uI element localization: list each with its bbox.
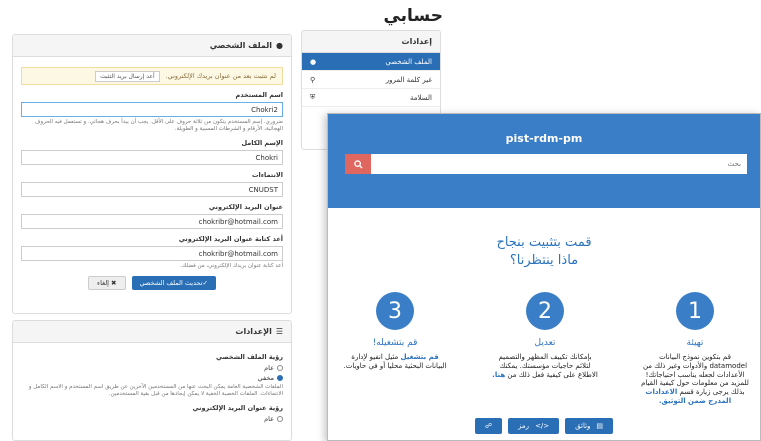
visibility-help: الملفات الشخصية العامة يمكن البحث عنها م… bbox=[28, 384, 283, 398]
customize-here-link[interactable]: هنا. bbox=[492, 371, 505, 379]
step-text: قم بتكوين نموذج البيانات datamodel والأد… bbox=[641, 353, 749, 405]
nav-item-profile[interactable]: الملف الشخصي ● bbox=[302, 53, 440, 71]
fullname-input[interactable]: Chokri bbox=[21, 150, 283, 166]
radio-label: مخفي bbox=[257, 374, 274, 382]
username-label: اسم المستخدم bbox=[235, 91, 283, 99]
email-unverified-alert: لم نتثبت بعد من عنوان بريدك الإلكتروني. … bbox=[21, 67, 283, 85]
preferences-header-label: الإعدادات bbox=[235, 327, 272, 336]
profile-panel: ● الملف الشخصي لم نتثبت بعد من عنوان بري… bbox=[12, 34, 292, 314]
nav-item-change-password[interactable]: غير كلمة المرور ⚲ bbox=[302, 71, 440, 89]
nav-item-security[interactable]: السلامة ⛨ bbox=[302, 89, 440, 107]
welcome-heading: قمت بتثبيت بنجاح ماذا ينتظرنا؟ bbox=[328, 234, 760, 269]
docs-label: وثائق bbox=[575, 422, 591, 430]
radio-label: عام bbox=[264, 364, 274, 372]
welcome-header: pist-rdm-pm bbox=[328, 114, 760, 208]
search-input[interactable] bbox=[371, 154, 747, 174]
step-title: قم بتشغيله! bbox=[372, 338, 418, 348]
welcome-line-2: ماذا ينتظرنا؟ bbox=[509, 252, 579, 268]
nav-item-label: الملف الشخصي bbox=[385, 57, 432, 66]
welcome-window: pist-rdm-pm قمت بتثبيت بنجاح ماذا ينتظرن… bbox=[327, 113, 761, 441]
search-bar bbox=[345, 154, 747, 174]
user-icon: ● bbox=[310, 57, 317, 66]
step-title: تهيئة bbox=[686, 338, 704, 348]
code-icon: </> bbox=[535, 422, 550, 430]
step-title: تعديل bbox=[534, 338, 556, 348]
site-title: pist-rdm-pm bbox=[505, 132, 583, 145]
step-number-circle: 2 bbox=[526, 292, 564, 330]
book-icon: ▤ bbox=[596, 422, 604, 430]
profile-visibility-label: رؤية الملف الشخصي bbox=[215, 353, 283, 361]
email-input[interactable]: chokribr@hotmail.com bbox=[21, 214, 283, 230]
code-label: رمز bbox=[518, 422, 530, 430]
settings-nav-header: إعدادات bbox=[302, 31, 440, 53]
step-run: 3 قم بتشغيله! قم بتشغيل مثيل انفيو لإدار… bbox=[340, 292, 450, 371]
cancel-button[interactable]: ✖ إلغاء bbox=[88, 276, 126, 291]
email-visibility-public-radio[interactable]: عام bbox=[21, 415, 283, 423]
resend-verification-button[interactable]: أعد إرسال بريد التثبت bbox=[95, 70, 160, 82]
step-text: بإمكانك تكييف المظهر والتصميم لتلائم حاج… bbox=[492, 353, 598, 379]
welcome-line-1: قمت بتثبيت بنجاح bbox=[496, 235, 592, 250]
visibility-hidden-radio[interactable]: مخفي bbox=[21, 374, 283, 382]
github-button[interactable]: ☍ bbox=[474, 418, 503, 434]
username-help: ضروري. إسم المستخدم يتكون من ثلاثة حروف … bbox=[34, 119, 283, 133]
github-icon: ☍ bbox=[484, 422, 493, 430]
shield-icon: ⛨ bbox=[310, 93, 316, 101]
username-input[interactable]: Chokri2 bbox=[21, 102, 283, 117]
step-number-circle: 3 bbox=[376, 292, 414, 330]
email-confirm-help: أعد كتابة عنوان بريدك الإلكتروني، من فضل… bbox=[180, 263, 283, 270]
update-profile-button[interactable]: ✓تحديث الملف الشخصي bbox=[131, 276, 216, 291]
email-label: عنوان البريد الإلكتروني bbox=[208, 203, 283, 212]
preferences-header: ☰ الإعدادات bbox=[13, 321, 291, 343]
code-button[interactable]: رمز </> bbox=[508, 418, 560, 434]
email-visibility-label: رؤية عنوان البريد الإلكتروني bbox=[192, 404, 283, 413]
email-confirm-input[interactable]: chokribr@hotmail.com bbox=[21, 246, 283, 262]
fullname-label: الإسم الكامل bbox=[241, 139, 283, 148]
step-number-circle: 1 bbox=[676, 292, 714, 330]
radio-icon bbox=[277, 416, 283, 423]
step-text: قم بتشغيل مثيل انفيو لإدارة البيانات الب… bbox=[343, 353, 447, 370]
search-button[interactable] bbox=[345, 154, 371, 174]
alert-text: لم نتثبت بعد من عنوان بريدك الإلكتروني. bbox=[165, 72, 276, 80]
list-icon: ☰ bbox=[275, 327, 283, 336]
run-link[interactable]: قم بتشغيل bbox=[401, 353, 439, 361]
page-title: حسابي bbox=[383, 6, 443, 26]
radio-icon bbox=[277, 365, 283, 371]
profile-header: ● الملف الشخصي bbox=[13, 35, 291, 57]
step-customize: 2 تعديل بإمكانك تكييف المظهر والتصميم لت… bbox=[490, 292, 600, 379]
affiliation-label: الانتماءات bbox=[251, 171, 283, 180]
email-confirm-label: أعد كتابة عنوان البريد الإلكتروني bbox=[178, 235, 283, 244]
user-icon: ● bbox=[276, 41, 283, 50]
docs-button[interactable]: وثائق ▤ bbox=[565, 418, 614, 434]
profile-header-label: الملف الشخصي bbox=[209, 41, 273, 50]
affiliation-input[interactable]: CNUDST bbox=[21, 182, 283, 198]
step-configure: 1 تهيئة قم بتكوين نموذج البيانات datamod… bbox=[640, 292, 750, 406]
footer-buttons: ☍ رمز </> وثائق ▤ bbox=[328, 418, 760, 434]
radio-checked-icon bbox=[277, 375, 283, 381]
nav-item-label: السلامة bbox=[409, 93, 432, 102]
visibility-public-radio[interactable]: عام bbox=[21, 364, 283, 372]
radio-label: عام bbox=[264, 415, 274, 424]
key-icon: ⚲ bbox=[310, 75, 316, 84]
search-icon bbox=[353, 159, 363, 169]
preferences-panel: ☰ الإعدادات رؤية الملف الشخصي عام مخفي ا… bbox=[12, 320, 292, 441]
nav-item-label: غير كلمة المرور bbox=[385, 75, 432, 84]
